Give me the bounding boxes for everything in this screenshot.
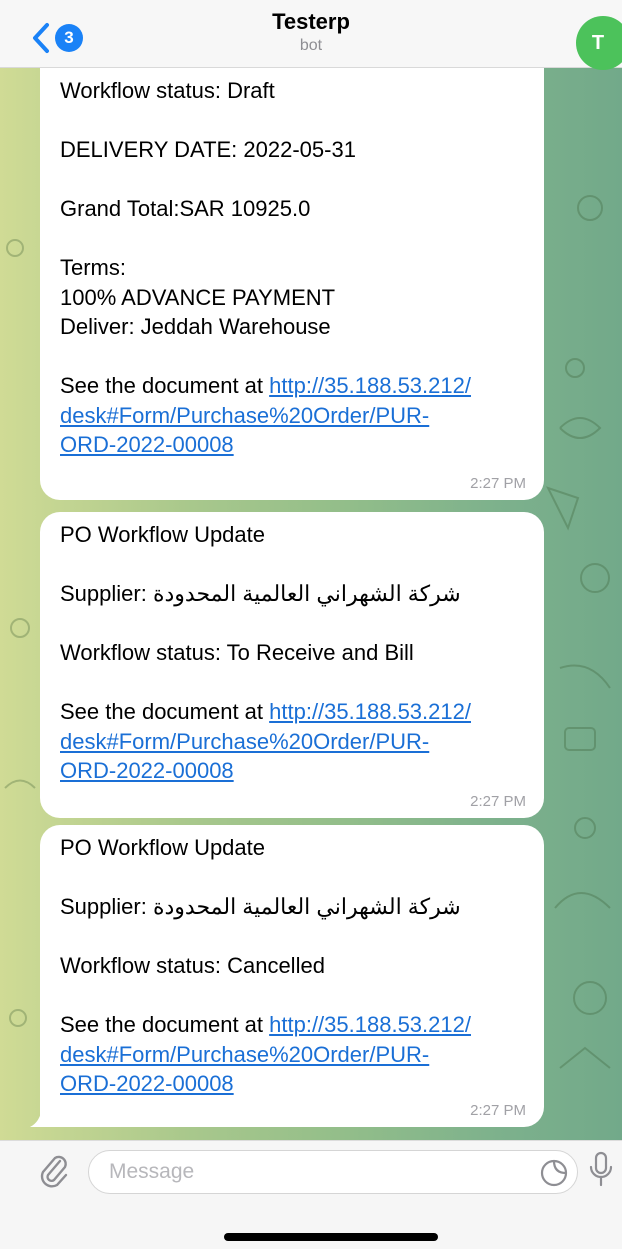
message-bubble[interactable]: PO Workflow Update Supplier: شركة الشهرا… (40, 512, 544, 818)
chat-title-block[interactable]: Testerp bot (0, 8, 622, 56)
avatar[interactable]: T (576, 16, 622, 70)
chat-header: 3 Testerp bot T (0, 0, 622, 70)
message-bubble[interactable]: Workflow status: Draft DELIVERY DATE: 20… (40, 68, 544, 500)
chat-title: Testerp (272, 9, 350, 34)
bubble-tail-icon (30, 1108, 52, 1127)
home-indicator[interactable] (224, 1233, 438, 1241)
chat-area[interactable]: Workflow status: Draft DELIVERY DATE: 20… (0, 68, 622, 1140)
microphone-icon[interactable] (588, 1151, 614, 1189)
message-composer (0, 1140, 622, 1249)
sticker-icon[interactable] (539, 1158, 569, 1188)
message-time: 2:27 PM (470, 1102, 526, 1119)
message-text: Workflow status: Draft DELIVERY DATE: 20… (60, 78, 471, 457)
message-input-box[interactable] (88, 1150, 578, 1194)
message-time: 2:27 PM (470, 475, 526, 492)
chat-subtitle: bot (299, 37, 323, 54)
message-bubble[interactable]: PO Workflow Update Supplier: شركة الشهرا… (40, 825, 544, 1127)
message-text: PO Workflow Update Supplier: شركة الشهرا… (60, 835, 471, 1096)
message-input[interactable] (109, 1157, 529, 1187)
message-text: PO Workflow Update Supplier: شركة الشهرا… (60, 522, 471, 783)
message-time: 2:27 PM (470, 793, 526, 810)
paperclip-icon[interactable] (38, 1153, 70, 1189)
